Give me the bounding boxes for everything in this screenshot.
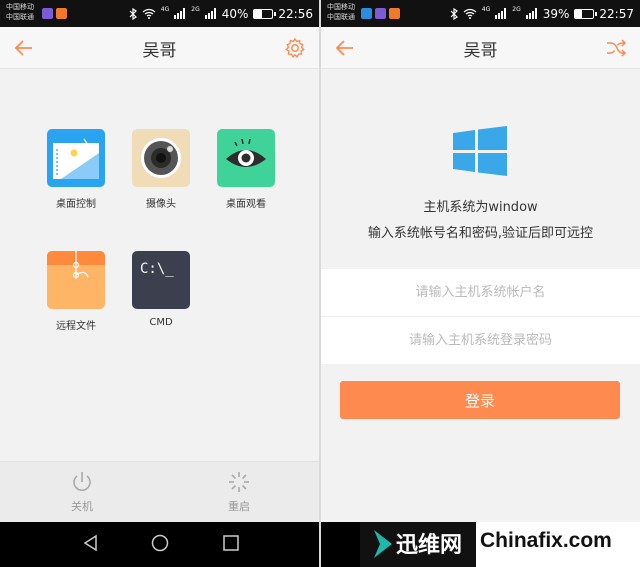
carrier-2: 中国联通 xyxy=(6,13,34,21)
right-phone-screen: 中国移动 中国联通 4G 2G 39% 22:57 吴哥 主机系统为window… xyxy=(321,0,640,567)
battery-fill xyxy=(575,9,583,18)
nav-home-icon[interactable] xyxy=(151,534,169,552)
app-label: 桌面观看 xyxy=(226,199,266,210)
shutdown-label: 关机 xyxy=(71,500,93,513)
notification-app-icon xyxy=(389,8,400,19)
app-desktop-view[interactable]: 桌面观看 xyxy=(206,129,286,210)
app-label: CMD xyxy=(149,317,173,328)
carrier-labels: 中国移动 中国联通 xyxy=(6,2,34,22)
app-cmd[interactable]: C:\_ CMD xyxy=(121,251,201,328)
status-bar: 中国移动 中国联通 4G 2G 40% 22:56 xyxy=(0,0,319,27)
signal-icon xyxy=(204,8,216,19)
power-icon xyxy=(73,472,91,491)
status-icons: 4G 2G 40% 22:56 xyxy=(129,0,313,27)
wifi-icon xyxy=(463,8,477,19)
app-camera[interactable]: 摄像头 xyxy=(121,129,201,210)
username-input[interactable] xyxy=(321,269,640,316)
battery-icon xyxy=(253,8,277,19)
notification-app-icon xyxy=(42,8,53,19)
signal-icon xyxy=(174,8,186,19)
terminal-icon: C:\_ xyxy=(132,251,190,309)
bluetooth-icon xyxy=(129,7,137,20)
password-input[interactable] xyxy=(321,317,640,364)
eye-icon xyxy=(217,129,275,187)
carrier-1: 中国移动 xyxy=(327,3,355,11)
watermark-en-text: Chinafix.com xyxy=(480,529,612,552)
android-nav-bar xyxy=(0,522,319,567)
title-bar: 吴哥 xyxy=(321,27,640,69)
network-2g-label: 2G xyxy=(512,6,521,13)
host-system-info: 主机系统为window xyxy=(423,200,538,215)
notification-app-icon xyxy=(361,8,372,19)
restart-spinner-icon xyxy=(229,472,249,492)
login-instruction: 输入系统帐号名和密码,验证后即可远控 xyxy=(367,226,594,241)
battery-icon xyxy=(574,8,598,19)
carrier-2: 中国联通 xyxy=(327,13,355,21)
clock: 22:56 xyxy=(278,6,313,21)
nav-back-icon[interactable] xyxy=(82,534,100,552)
title-bar: 吴哥 xyxy=(0,27,319,69)
clock: 22:57 xyxy=(599,6,634,21)
carrier-1: 中国移动 xyxy=(6,3,34,11)
shuffle-icon[interactable] xyxy=(604,36,628,60)
status-bar: 中国移动 中国联通 4G 2G 39% 22:57 xyxy=(321,0,640,27)
bottom-action-bar: 关机 重启 xyxy=(0,461,319,522)
folder-icon xyxy=(47,251,105,309)
bluetooth-icon xyxy=(450,7,458,20)
watermark-logo-icon xyxy=(374,530,392,558)
app-label: 远程文件 xyxy=(56,321,96,332)
battery-fill xyxy=(254,9,262,18)
restart-button[interactable]: 重启 xyxy=(209,470,269,514)
restart-label: 重启 xyxy=(228,500,250,513)
camera-icon xyxy=(132,129,190,187)
page-title: 吴哥 xyxy=(142,41,177,61)
watermark-cn-text: 迅维网 xyxy=(396,533,463,558)
battery-percent: 39% xyxy=(542,6,570,21)
app-label: 摄像头 xyxy=(146,199,176,210)
network-4g-label: 4G xyxy=(481,6,491,13)
login-button[interactable]: 登录 xyxy=(340,381,620,419)
carrier-labels: 中国移动 中国联通 xyxy=(327,2,355,22)
signal-icon xyxy=(495,8,507,19)
page-title: 吴哥 xyxy=(463,41,498,61)
nav-recents-icon[interactable] xyxy=(222,534,240,552)
signal-icon xyxy=(525,8,537,19)
wifi-icon xyxy=(142,8,156,19)
settings-gear-icon[interactable] xyxy=(283,36,307,60)
app-remote-files[interactable]: 远程文件 xyxy=(36,251,116,332)
left-phone-screen: 中国移动 中国联通 4G 2G 40% 22:56 吴哥 桌面控制 摄像头 桌面… xyxy=(0,0,319,567)
status-icons: 4G 2G 39% 22:57 xyxy=(450,0,634,27)
shutdown-button[interactable]: 关机 xyxy=(52,470,112,514)
network-2g-label: 2G xyxy=(191,6,200,13)
desktop-control-icon xyxy=(47,129,105,187)
battery-percent: 40% xyxy=(221,6,249,21)
notification-app-icon xyxy=(56,8,67,19)
notification-app-icon xyxy=(375,8,386,19)
app-label: 桌面控制 xyxy=(56,199,96,210)
network-4g-label: 4G xyxy=(160,6,170,13)
windows-logo-icon xyxy=(453,126,507,176)
app-desktop-control[interactable]: 桌面控制 xyxy=(36,129,116,210)
terminal-prompt-text: C:\_ xyxy=(140,261,174,277)
